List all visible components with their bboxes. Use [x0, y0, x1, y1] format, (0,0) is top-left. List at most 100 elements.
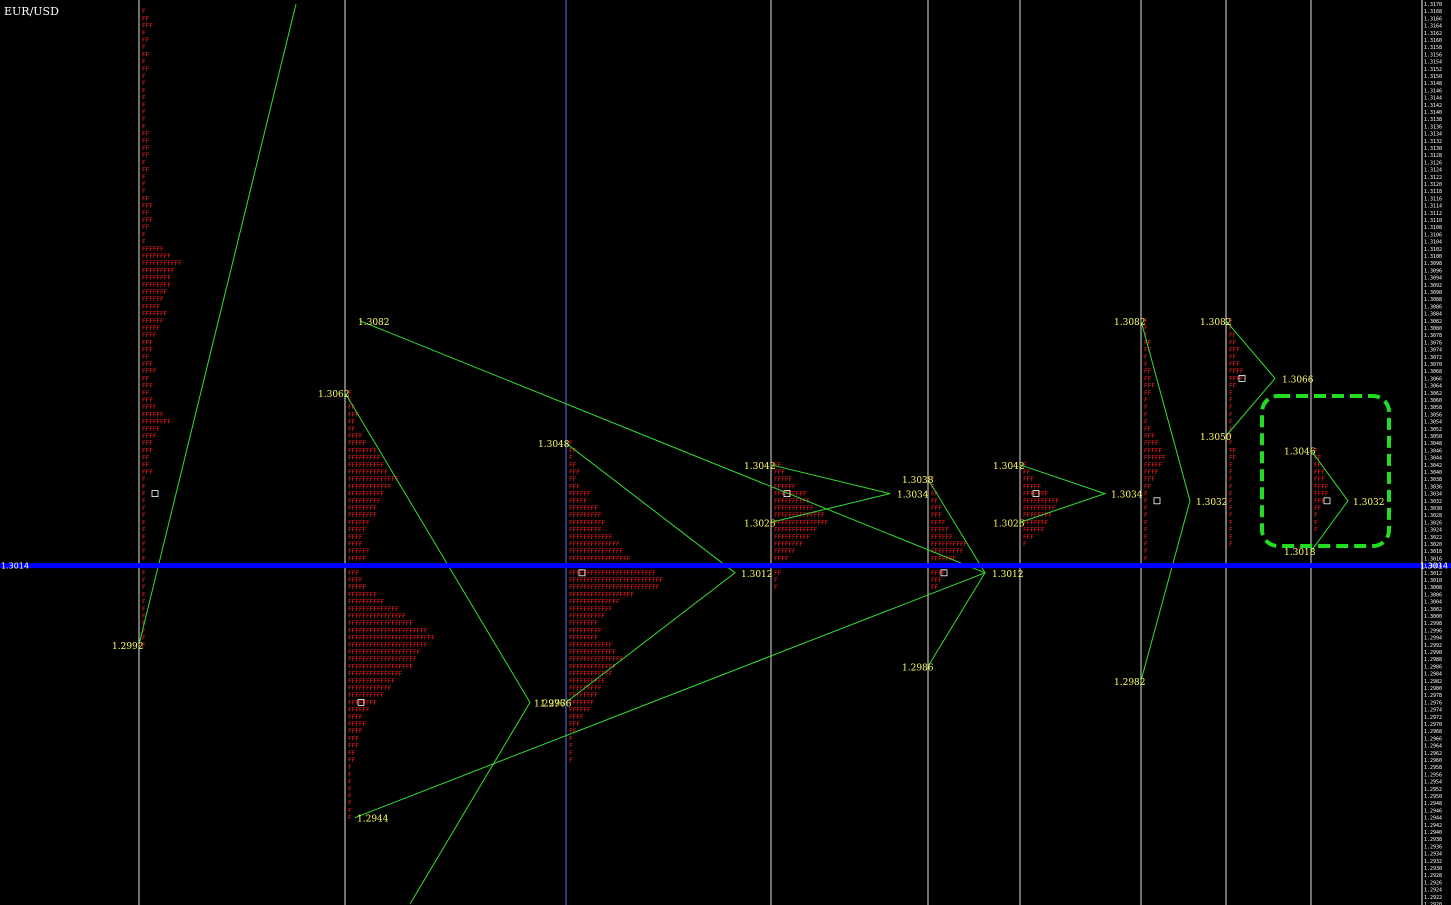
price-label: 1.3032 [1353, 498, 1385, 508]
axis-tick-label: 1.3072 [1424, 355, 1442, 361]
tpo-row: F [1229, 404, 1233, 411]
axis-tick-label: 1.3154 [1424, 60, 1442, 66]
axis-tick-label: 1.3102 [1424, 247, 1442, 253]
tpo-row: F [1144, 541, 1148, 548]
tpo-row: FF [348, 426, 356, 433]
tpo-row: FFF [569, 721, 580, 728]
price-axis[interactable]: 1.29201.29221.29241.29261.29281.29301.29… [1421, 0, 1442, 905]
tpo-row: FF [931, 584, 939, 591]
axis-tick-label: 1.2978 [1424, 693, 1442, 699]
axis-tick-label: 1.3088 [1424, 297, 1442, 303]
tpo-row: FF [142, 354, 150, 361]
tpo-row: FFF [1144, 383, 1155, 390]
axis-tick-label: 1.3118 [1424, 189, 1442, 195]
tpo-row: F [142, 80, 146, 87]
price-label: 1.3026 [993, 519, 1025, 529]
axis-tick-label: 1.3164 [1424, 24, 1442, 30]
tpo-row: FFFFF [1144, 462, 1162, 469]
tpo-row: FF [348, 757, 356, 764]
tpo-row: FFFFF [1144, 447, 1162, 454]
tpo-row: FFF [1229, 361, 1240, 368]
tpo-row: FFFF [1144, 440, 1159, 447]
tpo-row: FFF [1144, 476, 1155, 483]
tpo-row: FFFF [142, 404, 157, 411]
tpo-row: F [142, 159, 146, 166]
tpo-row: FF [1229, 339, 1237, 346]
tpo-row: F [569, 735, 573, 742]
axis-tick-label: 1.3156 [1424, 52, 1442, 58]
tpo-row: FFF [1314, 469, 1325, 476]
tpo-row: FFF [142, 23, 153, 30]
tpo-row: FFFFFFFFF [348, 498, 381, 505]
axis-tick-label: 1.3062 [1424, 391, 1442, 397]
axis-tick-label: 1.2950 [1424, 794, 1442, 800]
tpo-row: F [142, 102, 146, 109]
axis-tick-label: 1.3000 [1424, 614, 1442, 620]
axis-tick-label: 1.2924 [1424, 888, 1442, 894]
tpo-row: F [1229, 469, 1233, 476]
tpo-row: F [569, 455, 573, 462]
tpo-row: F [348, 793, 352, 800]
tpo-row: FFFFFFFFFFFFF [569, 649, 616, 656]
tpo-row: F [1144, 505, 1148, 512]
axis-tick-label: 1.2996 [1424, 628, 1442, 634]
tpo-row: FFF [931, 512, 942, 519]
tpo-row: FF [774, 570, 782, 577]
tpo-row: FFF [142, 347, 153, 354]
tpo-row: FFFFFFFFFFFFFF [569, 599, 620, 606]
axis-tick-label: 1.3152 [1424, 67, 1442, 73]
tpo-row: F [348, 807, 352, 814]
tpo-row: F [142, 109, 146, 116]
axis-tick-label: 1.3038 [1424, 477, 1442, 483]
tpo-row: FF [142, 51, 150, 58]
tpo-row: FFF [142, 397, 153, 404]
tpo-row: FFFFFFFFFFF [142, 260, 182, 267]
tpo-row: FFFFFFFFFF [1023, 498, 1060, 505]
tpo-row: FFFFFFFFFFFFFFFFFFFFFFFF [348, 635, 435, 642]
tpo-row: FFFFFFFFFF [569, 519, 606, 526]
axis-tick-label: 1.3018 [1424, 549, 1442, 555]
tpo-row: FFFF [348, 728, 363, 735]
tpo-row: FFFFFFFFFFFFFFF [774, 519, 829, 526]
axis-tick-label: 1.3020 [1424, 542, 1442, 548]
price-label: 1.2976 [540, 699, 572, 709]
axis-tick-label: 1.3082 [1424, 319, 1442, 325]
axis-tick-label: 1.2956 [1424, 772, 1442, 778]
axis-tick-label: 1.3158 [1424, 45, 1442, 51]
tpo-row: FF [142, 462, 150, 469]
tpo-row: FFF [1144, 433, 1155, 440]
market-profile-chart[interactable]: FFFFFFFFFFFFFFFFFFFFFFFFFFFFFFFFFFFFFFFF… [0, 0, 1451, 905]
tpo-row: FFFFF [1023, 483, 1041, 490]
tpo-row: FFFF [1144, 469, 1159, 476]
tpo-row: F [142, 534, 146, 541]
axis-tick-label: 1.3098 [1424, 261, 1442, 267]
current-price-line [0, 563, 1451, 569]
tpo-row: FFFFF [348, 440, 366, 447]
tpo-row: F [142, 123, 146, 130]
axis-tick-label: 1.2936 [1424, 844, 1442, 850]
tpo-row: FFFFFFFFFF [348, 692, 385, 699]
tpo-row: FF [142, 210, 150, 217]
price-label: 1.3048 [538, 440, 570, 450]
tpo-row: F [142, 30, 146, 37]
tpo-row: F [142, 73, 146, 80]
tpo-row: FFF [931, 577, 942, 584]
tpo-row: FFFFFF [142, 318, 164, 325]
axis-tick-label: 1.3132 [1424, 139, 1442, 145]
tpo-row: FF [142, 138, 150, 145]
axis-tick-label: 1.3070 [1424, 362, 1442, 368]
tpo-row: F [1229, 476, 1233, 483]
axis-tick-label: 1.2998 [1424, 621, 1442, 627]
tpo-row: FFFFFFFF [142, 275, 171, 282]
axis-tick-label: 1.2938 [1424, 837, 1442, 843]
axis-tick-label: 1.2962 [1424, 751, 1442, 757]
axis-tick-label: 1.2932 [1424, 859, 1442, 865]
axis-tick-label: 1.2990 [1424, 650, 1442, 656]
tpo-row: FFF [1229, 347, 1240, 354]
tpo-row: F [1314, 519, 1318, 526]
tpo-row: F [1229, 498, 1233, 505]
price-label: 1.3042 [744, 462, 776, 472]
tpo-row: FFF [569, 469, 580, 476]
axis-tick-label: 1.3026 [1424, 520, 1442, 526]
price-label: 1.2992 [112, 642, 144, 652]
